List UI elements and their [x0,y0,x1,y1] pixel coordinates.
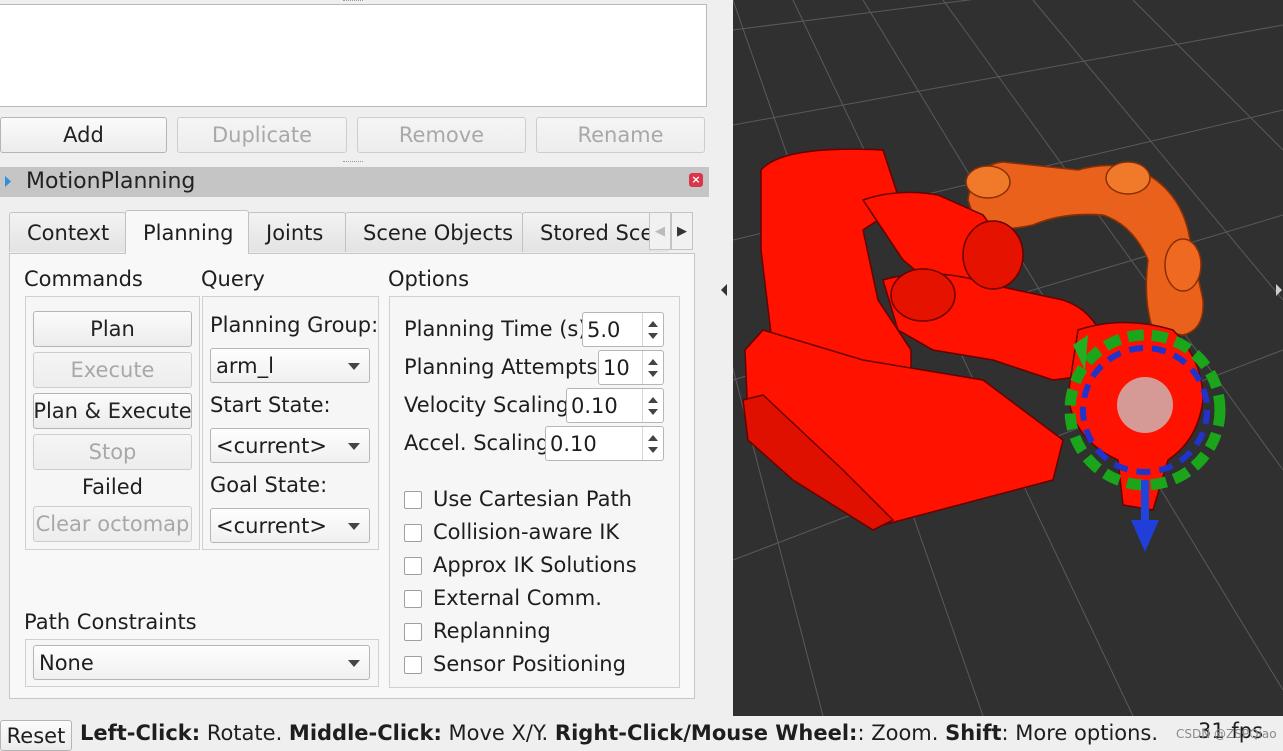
use-cartesian-path-checkbox[interactable] [404,491,422,509]
chevron-down-icon [348,363,360,370]
replanning-label: Replanning [433,619,551,643]
chevron-down-icon [348,443,360,450]
planning-time-spinbox[interactable]: 5.0 [582,312,664,347]
replanning-checkbox[interactable] [404,623,422,641]
clear-octomap-button[interactable]: Clear octomap [33,506,192,542]
plan-and-execute-button[interactable]: Plan & Execute [33,393,192,429]
execute-button[interactable]: Execute [33,352,192,388]
duplicate-button[interactable]: Duplicate [177,117,347,153]
plan-button[interactable]: Plan [33,311,192,347]
chevron-down-icon [348,660,360,667]
stop-button[interactable]: Stop [33,434,192,470]
chevron-down-icon [348,523,360,530]
path-constraints-select[interactable]: None [33,645,370,680]
chevron-down-icon[interactable] [648,333,658,339]
display-list[interactable] [0,4,707,107]
tab-scroll-right-icon[interactable]: ▶ [671,212,693,250]
plugin-icon [5,176,11,187]
use-cartesian-path-label: Use Cartesian Path [433,487,632,511]
goal-state-label: Goal State: [210,473,328,497]
remove-button[interactable]: Remove [357,117,526,153]
chevron-down-icon[interactable] [648,371,658,377]
goal-state-select[interactable]: <current> [210,508,370,543]
options-heading: Options [388,267,470,291]
tab-planning[interactable]: Planning [125,210,249,254]
external-comm-label: External Comm. [433,586,602,610]
collision-aware-ik-checkbox[interactable] [404,524,422,542]
close-icon[interactable]: × [689,173,703,187]
plan-status-text: Failed [82,475,143,499]
rename-button[interactable]: Rename [536,117,705,153]
collapse-right-icon[interactable] [1276,284,1282,296]
dock-title: MotionPlanning [26,169,196,194]
planning-attempts-spinbox[interactable]: 10 [598,350,664,385]
status-hint: Left-Click: Rotate. Middle-Click: Move X… [80,721,1159,745]
accel-scaling-label: Accel. Scaling: [404,431,557,455]
approx-ik-solutions-checkbox[interactable] [404,557,422,575]
tab-stored-scenes[interactable]: Stored Sce [522,212,669,252]
accel-scaling-spinbox[interactable]: 0.10 [545,426,664,461]
chevron-up-icon[interactable] [648,321,658,327]
tab-scroll-left-icon[interactable]: ◀ [649,212,671,250]
splitter-grip[interactable] [343,0,363,3]
planning-attempts-label: Planning Attempts: [404,355,605,379]
rviz-3d-view[interactable] [733,0,1283,716]
start-state-label: Start State: [210,393,331,417]
chevron-up-icon[interactable] [648,397,658,403]
dock-title-bar[interactable]: MotionPlanning × [0,167,709,197]
chevron-up-icon[interactable] [648,435,658,441]
sensor-positioning-checkbox[interactable] [404,656,422,674]
velocity-scaling-spinbox[interactable]: 0.10 [566,388,664,423]
approx-ik-solutions-label: Approx IK Solutions [433,553,637,577]
add-button[interactable]: Add [0,117,167,153]
planning-time-label: Planning Time (s): [404,317,594,341]
chevron-down-icon[interactable] [648,447,658,453]
tab-bar: Context Planning Joints Scene Objects St… [9,210,669,254]
planning-group-select[interactable]: arm_l [210,348,370,383]
sensor-positioning-label: Sensor Positioning [433,652,626,676]
tab-scene-objects[interactable]: Scene Objects [345,212,523,252]
start-state-select[interactable]: <current> [210,428,370,463]
reset-button[interactable]: Reset [0,720,72,751]
chevron-up-icon[interactable] [648,359,658,365]
chevron-down-icon[interactable] [648,409,658,415]
velocity-scaling-label: Velocity Scaling: [404,393,577,417]
planning-group-label: Planning Group: [210,313,379,337]
collapse-left-icon[interactable] [721,284,727,296]
tab-context[interactable]: Context [9,212,126,252]
splitter-grip[interactable] [343,161,363,164]
tab-joints[interactable]: Joints [248,212,346,252]
collision-aware-ik-label: Collision-aware IK [433,520,620,544]
query-heading: Query [201,267,265,291]
external-comm-checkbox[interactable] [404,590,422,608]
path-constraints-label: Path Constraints [24,610,197,634]
commands-heading: Commands [24,267,143,291]
watermark: CSDN @ZSPQiao [1176,727,1277,741]
robot-scene[interactable] [733,0,1283,716]
